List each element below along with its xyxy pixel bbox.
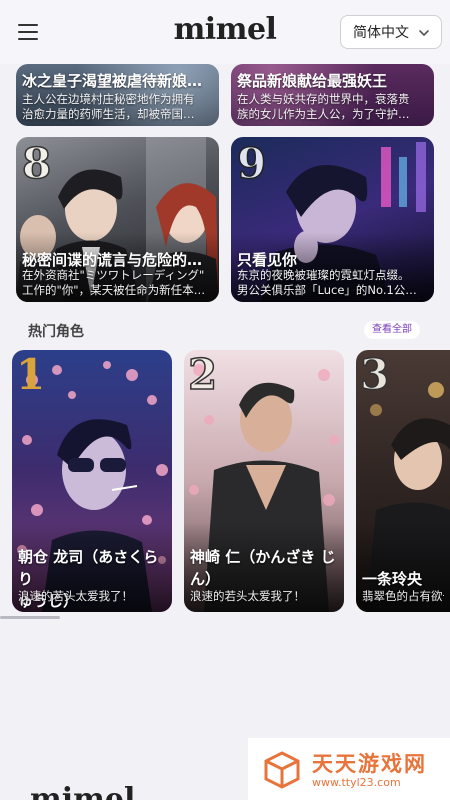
view-all-button[interactable]: 查看全部 bbox=[364, 321, 420, 339]
footer-logo: mimel bbox=[30, 782, 136, 800]
story-card-desc: 主人公在边境村庄秘密地作为拥有 治愈力量的药师生活，却被帝国… bbox=[22, 92, 195, 121]
character-card-1[interactable]: 1 朝仓 龙司（あさくらり ゅうじ） 浪速的若头太爱我了！ bbox=[12, 350, 172, 612]
character-name: 一条玲央 bbox=[362, 570, 423, 588]
story-card-title: 冰之皇子渴望被虐待新娘… bbox=[22, 72, 203, 90]
story-card-desc: 在人类与妖共存的世界中，衰落贵 族的女儿作为主人公，为了守护… bbox=[237, 92, 410, 121]
character-subtitle: 浪速的若头太爱我了！ bbox=[18, 589, 133, 603]
story-card-desc: 在外资商社"ミツワトレーディング" 工作的"你"，某天被任命为新任本… bbox=[22, 268, 206, 297]
rank-number: 2 bbox=[187, 350, 218, 399]
hamburger-menu-icon[interactable] bbox=[18, 24, 38, 40]
language-select[interactable]: 简体中文 bbox=[340, 15, 442, 49]
rank-number: 9 bbox=[236, 139, 267, 188]
character-card-3[interactable]: 3 一条玲央 翡翠色的占有欲一 bbox=[356, 350, 450, 612]
story-card-title: 秘密间谍的谎言与危险的… bbox=[22, 251, 203, 269]
cube-logo-icon bbox=[264, 751, 300, 789]
story-card-cropped-right[interactable]: 祭品新娘献给最强妖王 在人类与妖共存的世界中，衰落贵 族的女儿作为主人公，为了守… bbox=[231, 64, 434, 126]
rank-number: 1 bbox=[16, 350, 46, 399]
rank-number: 8 bbox=[21, 139, 52, 188]
watermark-overlay: 天天游戏网 www.ttyl23.com bbox=[248, 738, 450, 800]
story-card-desc: 东京的夜晚被璀璨的霓虹灯点缀。 男公关俱乐部「Luce」的No.1公… bbox=[237, 268, 417, 297]
story-card-title: 祭品新娘献给最强妖王 bbox=[237, 72, 388, 90]
watermark-url: www.ttyl23.com bbox=[312, 776, 401, 789]
app-header: mimel 简体中文 bbox=[0, 0, 450, 64]
watermark-title: 天天游戏网 bbox=[312, 752, 427, 776]
character-subtitle: 翡翠色的占有欲一 bbox=[362, 589, 444, 603]
character-card-2[interactable]: 2 神崎 仁（かんざき じ ん） 浪速的若头太爱我了！ bbox=[184, 350, 344, 612]
character-subtitle: 浪速的若头太爱我了！ bbox=[190, 589, 305, 603]
story-card-title: 只看见你 bbox=[237, 251, 298, 269]
section-title-popular-characters: 热门角色 bbox=[28, 324, 84, 340]
story-card-9[interactable]: 9 只看见你 东京的夜晚被璀璨的霓虹灯点缀。 男公关俱乐部「Luce」的No.1… bbox=[231, 137, 434, 302]
story-card-cropped-left[interactable]: 冰之皇子渴望被虐待新娘… 主人公在边境村庄秘密地作为拥有 治愈力量的药师生活，却… bbox=[16, 64, 219, 126]
language-select-value: 简体中文 bbox=[353, 25, 409, 41]
chevron-down-icon bbox=[419, 30, 429, 37]
horizontal-scrollbar[interactable] bbox=[0, 616, 60, 619]
rank-number: 3 bbox=[359, 350, 390, 399]
character-name: 神崎 仁（かんざき じ ん） bbox=[190, 548, 336, 588]
story-card-8[interactable]: 8 秘密间谍的谎言与危险的… 在外资商社"ミツワトレーディング" 工作的"你"，… bbox=[16, 137, 219, 302]
